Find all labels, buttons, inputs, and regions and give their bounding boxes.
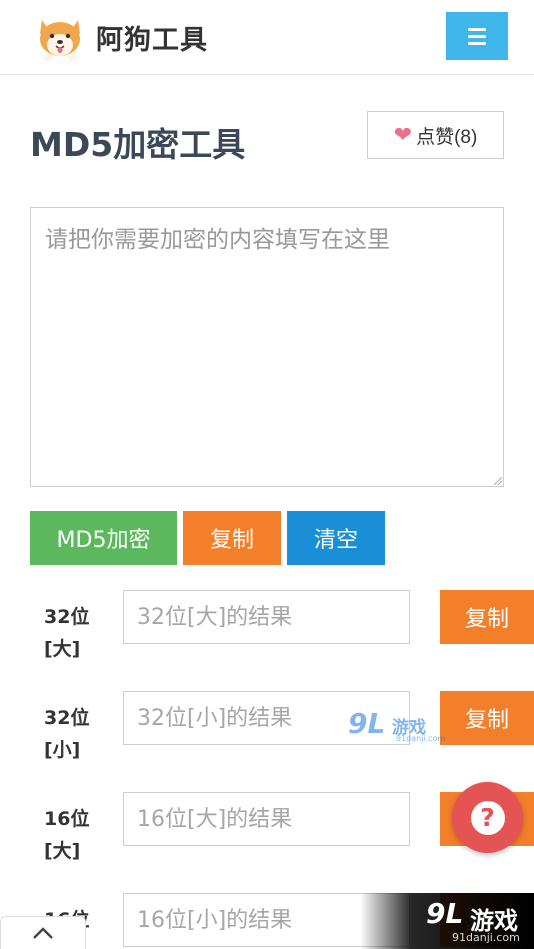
watermark-url: 91danji.com (396, 734, 446, 743)
watermark-logo: 9L 游戏 91danji.com (348, 707, 446, 747)
menu-bar (468, 34, 486, 38)
copy-32-upper-button[interactable]: 复制 (440, 590, 534, 644)
resize-grip-icon[interactable] (494, 477, 502, 485)
clear-button[interactable]: 清空 (287, 511, 385, 565)
result-label-line2: [大] (44, 638, 81, 660)
like-label: 点赞(8) (416, 126, 478, 148)
shiba-dog-logo[interactable] (34, 12, 86, 64)
site-name[interactable]: 阿狗工具 (96, 18, 208, 57)
copy-32-lower-button[interactable]: 复制 (440, 691, 534, 745)
result-label-32-upper: 32位 [大] (44, 601, 104, 665)
help-button[interactable]: ? (452, 782, 523, 853)
md5-encrypt-button[interactable]: MD5加密 (30, 511, 177, 565)
scroll-to-top-button[interactable] (0, 916, 86, 949)
result-label-32-lower: 32位 [小] (44, 702, 104, 766)
content-input[interactable] (30, 207, 504, 487)
page-title: MD5加密工具 (30, 125, 246, 164)
result-32-upper-field[interactable] (123, 590, 410, 644)
hamburger-menu-icon[interactable] (446, 12, 508, 60)
result-label-line1: 16位 (44, 808, 90, 830)
copy-button[interactable]: 复制 (183, 511, 281, 565)
heart-icon: ❤ (393, 122, 413, 147)
menu-bar (468, 41, 486, 45)
chevron-up-icon (33, 927, 53, 939)
top-header: 阿狗工具 (0, 0, 534, 75)
result-16-upper-field[interactable] (123, 792, 410, 846)
result-label-line2: [大] (44, 840, 81, 862)
result-label-line1: 32位 (44, 707, 90, 729)
watermark-mark: 9L (348, 707, 386, 740)
menu-bar (468, 27, 486, 31)
watermark-mark: 9L (426, 897, 464, 930)
like-button[interactable]: ❤ 点赞(8) (367, 111, 504, 159)
result-label-16-upper: 16位 [大] (44, 803, 104, 867)
result-label-line1: 32位 (44, 606, 90, 628)
question-mark-icon: ? (470, 800, 505, 835)
watermark-url: 91danji.com (452, 931, 520, 944)
watermark-banner: 9L 游戏 91danji.com (360, 893, 534, 949)
result-label-line2: [小] (44, 739, 81, 761)
